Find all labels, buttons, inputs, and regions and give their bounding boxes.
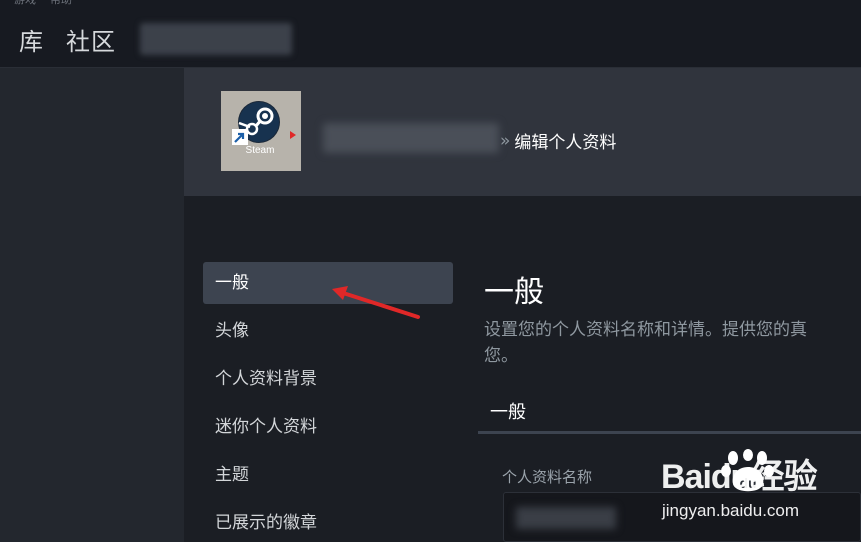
description-line-2: 您。 <box>484 346 518 366</box>
blurred-username-nav[interactable] <box>140 23 292 55</box>
breadcrumb-separator: » <box>500 130 511 151</box>
page-description: 设置您的个人资料名称和详情。提供您的真 您。 <box>484 317 861 369</box>
nav-library[interactable]: 库 <box>19 22 44 57</box>
baidu-watermark: du Baidu经验 jingyan.baidu.com <box>661 449 861 542</box>
breadcrumb-current: 编辑个人资料 <box>514 133 617 153</box>
menu-games[interactable]: 游戏 <box>14 0 36 6</box>
menu-help[interactable]: 帮助 <box>50 0 72 6</box>
avatar-label: Steam <box>245 145 275 156</box>
avatar[interactable]: Steam <box>221 91 301 171</box>
sidebar-item-profile-background[interactable]: 个人资料背景 <box>203 358 453 400</box>
avatar-status-arrow-icon <box>290 131 296 139</box>
left-background <box>0 68 184 542</box>
section-title: 一般 <box>490 402 526 423</box>
description-line-1: 设置您的个人资料名称和详情。提供您的真 <box>484 320 807 340</box>
main-nav: 库 社区 <box>19 22 116 57</box>
top-menu: 游戏 帮助 <box>14 0 72 6</box>
blurred-profile-name <box>323 123 499 153</box>
blurred-input-value <box>516 507 616 529</box>
watermark-brand: Baidu经验 <box>661 458 817 496</box>
sidebar-item-theme[interactable]: 主题 <box>203 454 453 496</box>
section-header: 一般 <box>478 388 861 434</box>
nav-community[interactable]: 社区 <box>66 22 116 57</box>
profile-name-label: 个人资料名称 <box>502 468 593 486</box>
annotation-arrow-icon <box>332 286 420 319</box>
top-header: 游戏 帮助 库 社区 <box>0 0 861 68</box>
breadcrumb: » 编辑个人资料 <box>500 128 617 154</box>
sidebar-item-featured-badge[interactable]: 已展示的徽章 <box>203 502 453 542</box>
main-content: 一般 设置您的个人资料名称和详情。提供您的真 您。 <box>484 262 861 369</box>
sidebar-item-mini-profile[interactable]: 迷你个人资料 <box>203 406 453 448</box>
profile-header: Steam » 编辑个人资料 <box>184 68 861 196</box>
steam-edit-profile-page: 游戏 帮助 库 社区 <box>0 0 861 542</box>
steam-logo-icon <box>232 99 282 145</box>
page-title: 一般 <box>484 275 544 310</box>
watermark-url: jingyan.baidu.com <box>662 501 800 520</box>
